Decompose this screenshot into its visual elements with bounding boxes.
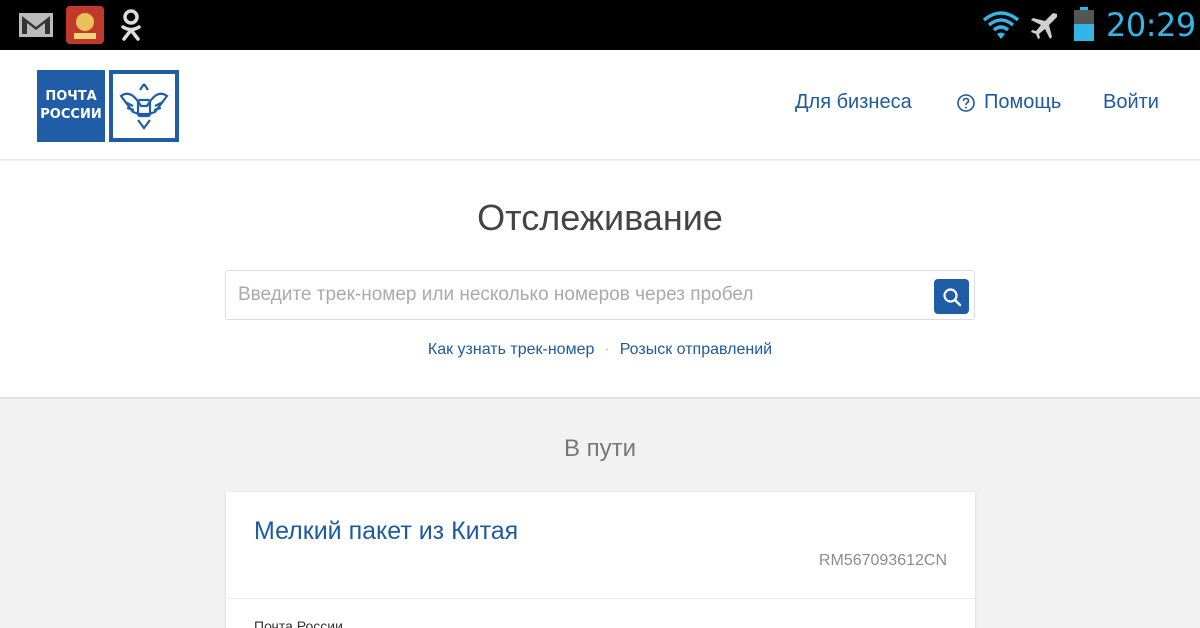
card-divider (226, 598, 975, 599)
pochta-rossii-logo[interactable]: ПОЧТА РОССИИ (37, 70, 179, 142)
airplane-icon (1031, 13, 1057, 39)
status-bar: 20:29 (0, 0, 1200, 50)
search-box (225, 270, 975, 320)
nav-help-label: Помощь (984, 91, 1062, 113)
nav-business-link[interactable]: Для бизнеса (795, 91, 912, 114)
search-button[interactable] (934, 279, 969, 314)
site-header: ПОЧТА РОССИИ Для бизнеса Помощь Войти (0, 50, 1200, 160)
parcel-card[interactable]: Мелкий пакет из Китая RM567093612CN Почт… (226, 492, 975, 628)
parcel-track-number: RM567093612CN (818, 552, 947, 569)
gmail-icon (19, 13, 53, 37)
parcel-search-link[interactable]: Розыск отправлений (620, 341, 772, 358)
status-clock: 20:29 (1106, 6, 1196, 44)
help-icon (957, 93, 975, 112)
nav-login-link[interactable]: Войти (1103, 91, 1159, 114)
parcel-carrier: Почта России (254, 618, 343, 628)
track-number-input[interactable] (238, 271, 928, 319)
logo-text-line1: ПОЧТА (45, 89, 96, 104)
results-heading: В пути (563, 435, 637, 462)
battery-icon (1074, 7, 1094, 41)
link-separator: · (604, 341, 610, 358)
help-links-row: Как узнать трек-номер · Розыск отправлений (0, 341, 1200, 359)
how-to-find-track-link[interactable]: Как узнать трек-номер (428, 341, 594, 358)
app-icon (66, 6, 104, 44)
page-title: Отслеживание (477, 197, 723, 238)
tracking-search-section: Отслеживание Как узнать трек-номер · Розыс… (0, 161, 1200, 399)
wifi-icon (982, 11, 1020, 39)
parcel-name[interactable]: Мелкий пакет из Китая (254, 517, 518, 546)
logo-text-line2: РОССИИ (40, 107, 101, 122)
search-icon (942, 287, 961, 306)
odnoklassniki-icon (121, 9, 141, 41)
nav-help-link[interactable]: Помощь (956, 91, 1061, 114)
